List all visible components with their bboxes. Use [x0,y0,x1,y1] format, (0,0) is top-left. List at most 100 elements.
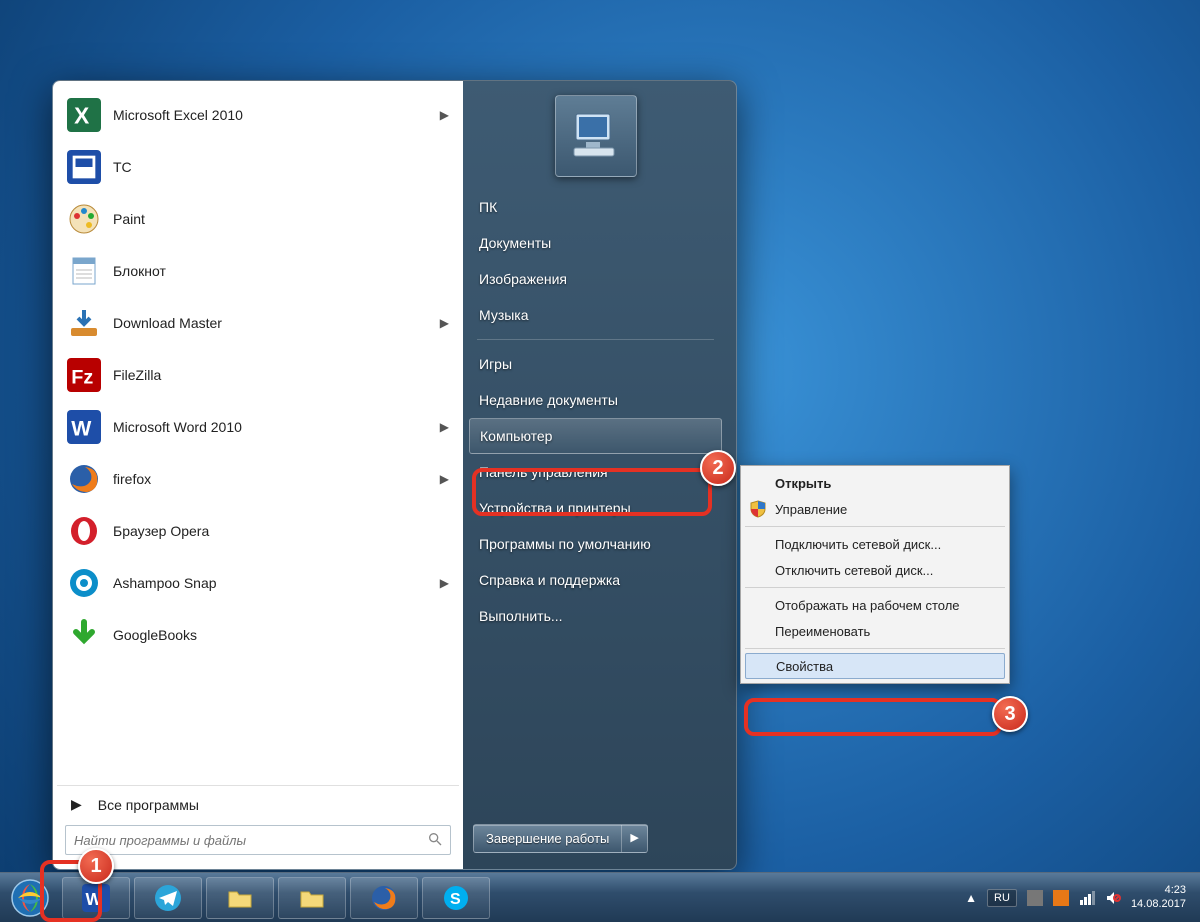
svg-text:Fz: Fz [71,367,93,389]
start-menu: X Microsoft Excel 2010 ▶ TC Paint Блокно… [52,80,737,870]
clock-date: 14.08.2017 [1131,898,1186,911]
all-programs-label: Все программы [98,797,199,813]
user-picture[interactable] [555,95,637,177]
search-input[interactable] [65,825,451,855]
prog-paint[interactable]: Paint [57,193,459,245]
prog-label: Браузер Opera [113,523,209,539]
prog-label: Download Master [113,315,222,331]
clock-time: 4:23 [1131,884,1186,897]
svg-text:X: X [74,103,89,129]
chevron-right-icon: ▶ [440,108,449,122]
ctx-manage[interactable]: Управление [743,496,1007,522]
ctx-properties[interactable]: Свойства [745,653,1005,679]
skype-icon: S [442,884,470,912]
task-firefox[interactable] [350,877,418,919]
prog-notepad[interactable]: Блокнот [57,245,459,297]
folder-icon [226,884,254,912]
prog-firefox[interactable]: firefox ▶ [57,453,459,505]
link-pc[interactable]: ПК [463,189,728,225]
separator [745,587,1005,588]
search-icon[interactable] [427,831,443,852]
start-menu-programs-pane: X Microsoft Excel 2010 ▶ TC Paint Блокно… [53,81,463,869]
chevron-right-icon: ▶ [440,316,449,330]
link-music[interactable]: Музыка [463,297,728,333]
computer-context-menu: Открыть Управление Подключить сетевой ди… [740,465,1010,684]
network-icon[interactable] [1079,890,1095,906]
prog-tc[interactable]: TC [57,141,459,193]
separator [477,339,714,340]
svg-text:W: W [86,889,103,909]
link-computer[interactable]: Компьютер [469,418,722,454]
prog-label: Ashampoo Snap [113,575,217,591]
badge-3: 3 [992,696,1028,732]
folder-icon [298,884,326,912]
prog-gbooks[interactable]: GoogleBooks [57,609,459,661]
link-devices[interactable]: Устройства и принтеры [463,490,728,526]
firefox-icon [370,884,398,912]
prog-label: GoogleBooks [113,627,197,643]
shutdown-button[interactable]: Завершение работы ▶ [473,824,648,853]
shutdown-area: Завершение работы ▶ [463,816,728,861]
link-control-panel[interactable]: Панель управления [463,454,728,490]
task-skype[interactable]: S [422,877,490,919]
search-box [65,825,451,855]
prog-label: Microsoft Word 2010 [113,419,242,435]
badge-2: 2 [700,450,736,486]
start-button[interactable] [0,873,60,922]
language-indicator[interactable]: RU [987,889,1017,907]
ctx-map-drive[interactable]: Подключить сетевой диск... [743,531,1007,557]
ctx-open[interactable]: Открыть [743,470,1007,496]
word-icon: W [67,410,101,444]
all-programs[interactable]: ▶ Все программы [57,785,459,817]
task-folder[interactable] [278,877,346,919]
computer-icon [566,106,626,166]
ctx-manage-label: Управление [775,502,847,517]
highlight-properties [744,698,1002,736]
tray-icon[interactable] [1053,890,1069,906]
filezilla-icon: Fz [67,358,101,392]
prog-label: Блокнот [113,263,166,279]
task-explorer[interactable] [206,877,274,919]
separator [745,526,1005,527]
download-icon [67,306,101,340]
prog-label: Paint [113,211,145,227]
prog-opera[interactable]: Браузер Opera [57,505,459,557]
link-recent[interactable]: Недавние документы [463,382,728,418]
word-icon: W [82,884,110,912]
link-run[interactable]: Выполнить... [463,598,728,634]
prog-filezilla[interactable]: Fz FileZilla [57,349,459,401]
paint-icon [67,202,101,236]
prog-snap[interactable]: Ashampoo Snap ▶ [57,557,459,609]
prog-dm[interactable]: Download Master ▶ [57,297,459,349]
chevron-right-icon: ▶ [440,472,449,486]
svg-text:W: W [71,417,92,441]
chevron-right-icon: ▶ [440,420,449,434]
prog-excel[interactable]: X Microsoft Excel 2010 ▶ [57,89,459,141]
shutdown-options-chevron[interactable]: ▶ [621,825,646,852]
prog-label: firefox [113,471,151,487]
snap-icon [67,566,101,600]
link-pictures[interactable]: Изображения [463,261,728,297]
tray-icon[interactable] [1027,890,1043,906]
ctx-rename[interactable]: Переименовать [743,618,1007,644]
prog-word[interactable]: W Microsoft Word 2010 ▶ [57,401,459,453]
taskbar: W S ▲ RU 4:23 14.08.2017 [0,872,1200,922]
telegram-icon [154,884,182,912]
link-games[interactable]: Игры [463,346,728,382]
svg-text:S: S [450,891,461,908]
start-menu-places-pane: ПК Документы Изображения Музыка Игры Нед… [463,81,736,869]
separator [745,648,1005,649]
link-default-programs[interactable]: Программы по умолчанию [463,526,728,562]
shield-icon [749,500,767,518]
link-documents[interactable]: Документы [463,225,728,261]
taskbar-clock[interactable]: 4:23 14.08.2017 [1131,884,1186,910]
chevron-right-icon: ▶ [440,576,449,590]
volume-icon[interactable] [1105,890,1121,906]
link-help[interactable]: Справка и поддержка [463,562,728,598]
ctx-unmap-drive[interactable]: Отключить сетевой диск... [743,557,1007,583]
chevron-right-icon: ▶ [71,796,82,813]
tray-overflow-icon[interactable]: ▲ [965,891,977,905]
task-telegram[interactable] [134,877,202,919]
ctx-show-on-desktop[interactable]: Отображать на рабочем столе [743,592,1007,618]
system-tray: ▲ RU 4:23 14.08.2017 [951,884,1200,910]
